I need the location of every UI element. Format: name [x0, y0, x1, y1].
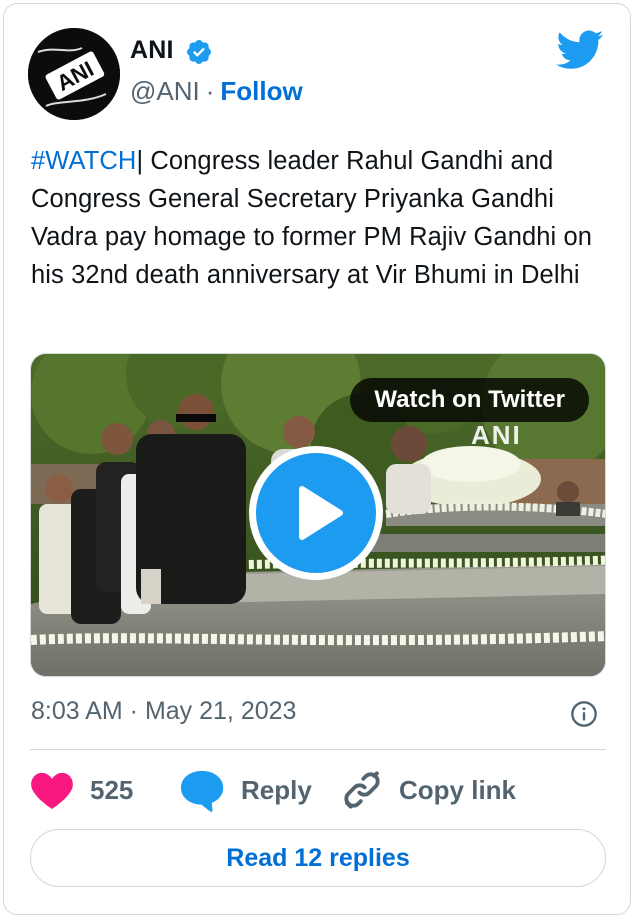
tweet-timestamp[interactable]: 8:03 AM · May 21, 2023 [31, 697, 296, 726]
divider [30, 749, 606, 750]
read-replies-button[interactable]: Read 12 replies [30, 829, 606, 887]
ani-logo: ANI [28, 28, 120, 120]
heart-icon [31, 772, 73, 809]
play-button[interactable] [249, 446, 383, 580]
author-name[interactable]: ANI [130, 36, 174, 65]
copy-link-label: Copy link [399, 774, 517, 805]
separator: · [205, 76, 215, 106]
speech-bubble-icon [180, 770, 224, 812]
reply-button[interactable]: Reply [179, 766, 312, 814]
link-icon [344, 771, 380, 809]
video-thumbnail[interactable]: Watch on Twitter ANI [30, 353, 606, 677]
twitter-bird-icon[interactable] [556, 30, 604, 70]
watch-on-twitter-button[interactable]: Watch on Twitter [350, 378, 589, 422]
ani-avatar[interactable]: ANI [28, 28, 120, 120]
handle-line: @ANI · Follow [130, 76, 303, 107]
hashtag-link[interactable]: #WATCH [31, 147, 136, 175]
follow-link[interactable]: Follow [220, 76, 302, 106]
author-handle[interactable]: @ANI [130, 76, 200, 106]
tweet-text: #WATCH| Congress leader Rahul Gandhi and… [31, 142, 606, 294]
verified-badge-icon [187, 40, 211, 64]
like-button[interactable]: 525 [30, 766, 133, 814]
like-count: 525 [90, 774, 134, 805]
play-icon [299, 486, 343, 540]
ani-watermark: ANI [471, 420, 522, 450]
copy-link-button[interactable]: Copy link [341, 766, 516, 814]
reply-label: Reply [241, 774, 312, 805]
info-icon[interactable] [570, 700, 598, 728]
